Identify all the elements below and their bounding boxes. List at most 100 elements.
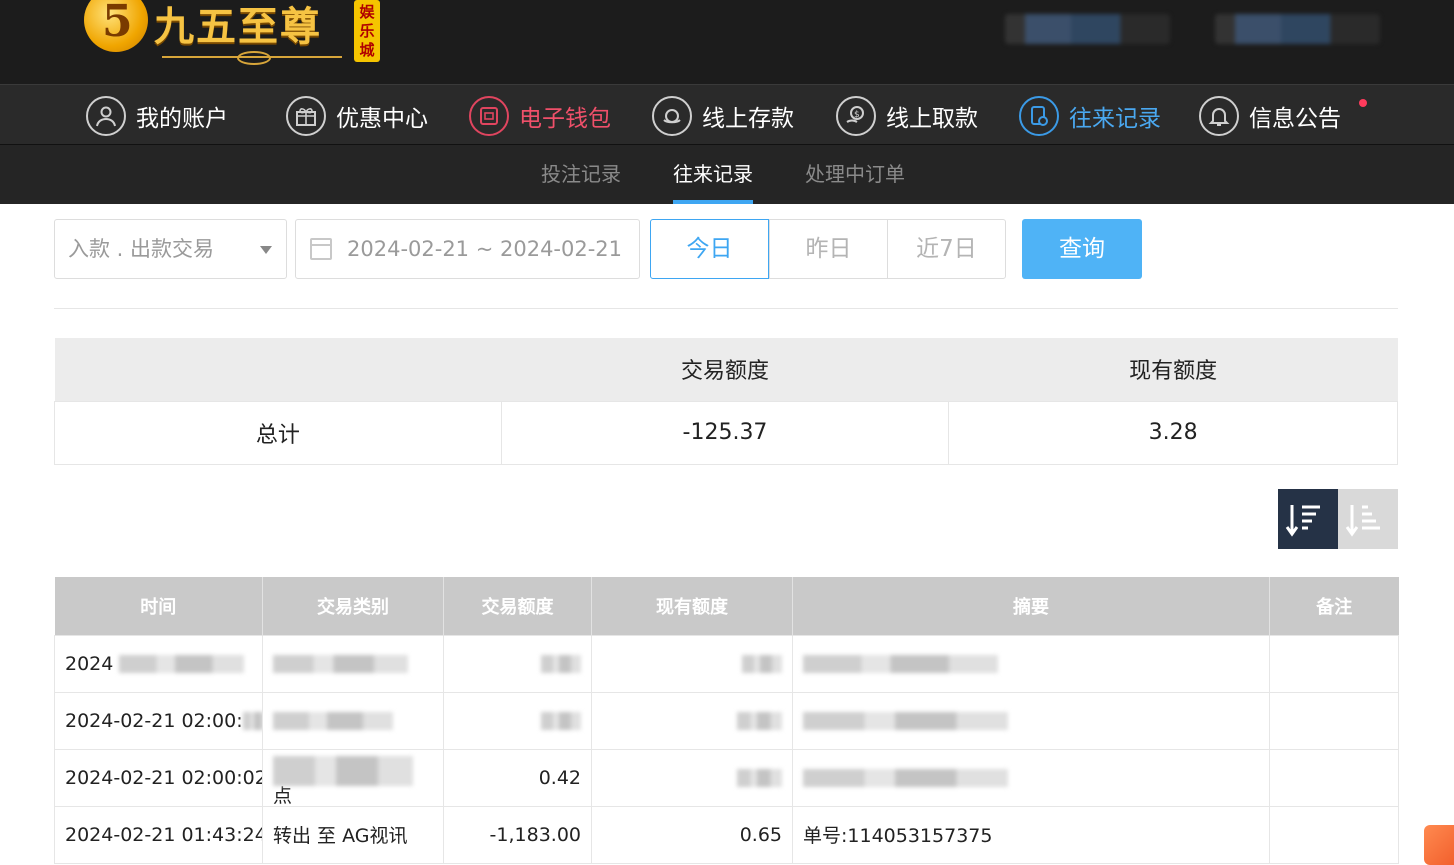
sort-descending-button[interactable] (1278, 489, 1338, 549)
cell-amount (443, 691, 592, 750)
redacted-block (242, 712, 262, 730)
redacted-block (119, 655, 245, 673)
logo-tag: 娱乐城 (354, 0, 380, 62)
nav-label: 优惠中心 (336, 106, 428, 132)
balance-info-blurred (1215, 14, 1380, 44)
cell-type (262, 634, 444, 693)
cell-balance (591, 748, 793, 807)
col-header-amount: 交易额度 (443, 577, 592, 635)
summary-header-empty (54, 338, 502, 401)
calendar-icon (310, 238, 332, 260)
table-row: 2024-02-21 01:43:24 转出 至 AG视讯 -1,183.00 … (54, 805, 1399, 864)
cell-time: 2024 (54, 634, 263, 693)
redacted-block (737, 769, 782, 787)
nav-online-deposit[interactable]: 线上存款 (652, 94, 794, 138)
cell-type: 点 (262, 748, 444, 807)
records-table: 时间 交易类别 交易额度 现有额度 摘要 备注 2024 2024-02-21 … (54, 577, 1399, 864)
quick-7days-button[interactable]: 近7日 (887, 219, 1006, 279)
user-info-blurred (1005, 14, 1170, 44)
nav-records[interactable]: 往来记录 (1019, 94, 1161, 138)
nav-promotions[interactable]: 优惠中心 (286, 94, 428, 138)
cell-summary: 单号:114053157375 (792, 805, 1270, 864)
nav-label: 往来记录 (1069, 106, 1161, 132)
query-button[interactable]: 查询 (1022, 219, 1142, 279)
cell-summary (792, 691, 1270, 750)
cell-note (1269, 634, 1399, 693)
cell-balance (591, 691, 793, 750)
nav-label: 电子钱包 (519, 106, 611, 132)
floating-promo-icon[interactable] (1424, 825, 1454, 865)
cell-note (1269, 805, 1399, 864)
redacted-block (803, 655, 998, 673)
logo-text: 九五至尊 (154, 3, 322, 50)
col-header-time: 时间 (54, 577, 263, 635)
nav-label: 我的账户 (136, 106, 228, 132)
cell-summary (792, 634, 1270, 693)
cell-amount: 0.42 (443, 748, 592, 807)
transaction-type-value: 入款 . 出款交易 (68, 237, 215, 261)
nav-my-account[interactable]: 我的账户 (86, 94, 228, 138)
tab-transaction-records[interactable]: 往来记录 (673, 145, 753, 204)
records-icon (1019, 96, 1059, 136)
table-row: 2024 (54, 634, 1399, 693)
tab-bet-records[interactable]: 投注记录 (541, 145, 621, 204)
records-header-row: 时间 交易类别 交易额度 现有额度 摘要 备注 (54, 577, 1399, 635)
col-header-note: 备注 (1269, 577, 1399, 635)
cell-type: 转出 至 AG视讯 (262, 805, 444, 864)
redacted-block (803, 769, 1008, 787)
wallet-icon (469, 96, 509, 136)
summary-balance: 3.28 (948, 400, 1398, 465)
cell-amount: -1,183.00 (443, 805, 592, 864)
transaction-type-select[interactable]: 入款 . 出款交易 (54, 219, 287, 279)
nav-announcements[interactable]: 信息公告 (1199, 94, 1341, 138)
user-icon (86, 96, 126, 136)
redacted-block (541, 655, 581, 673)
divider (54, 308, 1398, 309)
nav-e-wallet[interactable]: 电子钱包 (469, 94, 611, 138)
nav-online-withdraw[interactable]: $ 线上取款 (836, 94, 978, 138)
quick-yesterday-button[interactable]: 昨日 (769, 219, 888, 279)
redacted-block (273, 712, 393, 730)
cell-time: 2024-02-21 02:00: (54, 691, 263, 750)
summary-row: 总计 -125.37 3.28 (54, 400, 1398, 465)
table-row: 2024-02-21 02:00: (54, 691, 1399, 750)
sub-nav: 投注记录 往来记录 处理中订单 (0, 145, 1454, 204)
redacted-block (541, 712, 581, 730)
main-nav: 我的账户 优惠中心 电子钱包 线上存款 $ 线上取款 往来记录 信息公告 (0, 84, 1454, 145)
bell-icon (1199, 96, 1239, 136)
sort-ascending-icon (1345, 505, 1380, 537)
caret-down-icon (260, 246, 272, 254)
redacted-block (273, 755, 413, 786)
gift-icon (286, 96, 326, 136)
cell-note (1269, 691, 1399, 750)
cell-note (1269, 748, 1399, 807)
cell-balance (591, 634, 793, 693)
cell-summary (792, 748, 1270, 807)
sort-descending-icon (1285, 505, 1320, 537)
notification-dot-icon (1359, 99, 1367, 107)
sort-ascending-button[interactable] (1338, 489, 1398, 549)
summary-header-balance: 现有额度 (948, 338, 1398, 401)
cell-time-text: 2024-02-21 02:00: (65, 709, 243, 732)
col-header-balance: 现有额度 (591, 577, 793, 635)
redacted-block (803, 712, 1008, 730)
col-header-type: 交易类别 (262, 577, 444, 635)
summary-amount: -125.37 (500, 400, 950, 465)
summary-table: 交易额度 现有额度 总计 -125.37 3.28 (54, 338, 1398, 465)
tab-pending-orders[interactable]: 处理中订单 (805, 145, 905, 204)
withdraw-icon: $ (836, 96, 876, 136)
cell-type-text: 点 (273, 784, 293, 806)
cell-type (262, 691, 444, 750)
cell-time: 2024-02-21 02:00:02 (54, 748, 263, 807)
quick-today-button[interactable]: 今日 (650, 219, 769, 279)
logo-coin-icon (84, 0, 148, 52)
cell-time-text: 2024 (65, 652, 114, 675)
site-logo[interactable]: 九五至尊 娱乐城 (84, 0, 384, 70)
redacted-block (742, 655, 782, 673)
summary-header-amount: 交易额度 (501, 338, 949, 401)
date-range-input[interactable]: 2024-02-21 ~ 2024-02-21 (295, 219, 640, 279)
col-header-summary: 摘要 (792, 577, 1270, 635)
redacted-block (737, 712, 782, 730)
summary-header-row: 交易额度 现有额度 (54, 338, 1398, 401)
table-row: 2024-02-21 02:00:02 点 0.42 (54, 748, 1399, 807)
